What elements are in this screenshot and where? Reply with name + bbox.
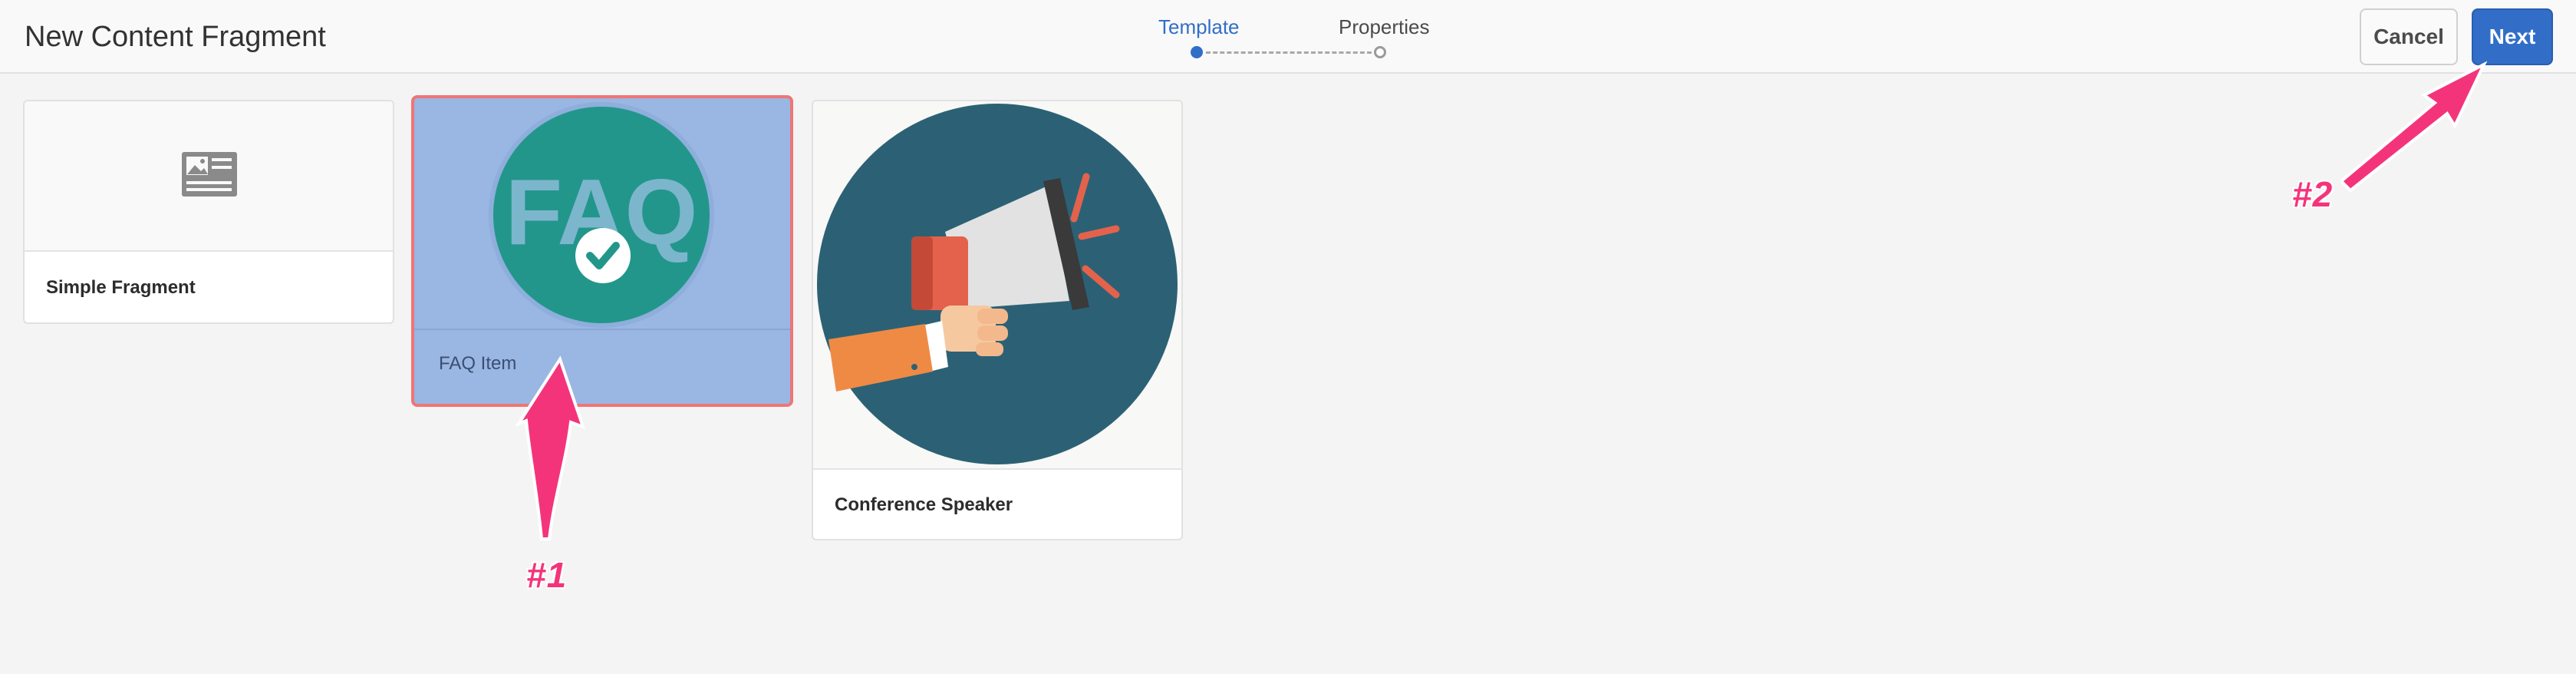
annotation-label-2: #2 (2292, 174, 2334, 214)
card-title: Conference Speaker (835, 494, 1013, 515)
document-card-icon (182, 152, 237, 197)
step-template-label[interactable]: Template (1158, 14, 1240, 40)
wizard-header: New Content Fragment Template Properties… (0, 0, 2576, 74)
card-divider (25, 250, 393, 252)
faq-badge-icon: FAQ (489, 102, 714, 328)
card-thumbnail (813, 101, 1181, 468)
step-connector (1206, 51, 1372, 54)
template-card-conference-speaker[interactable]: Conference Speaker (812, 100, 1183, 540)
card-title: Simple Fragment (46, 277, 196, 298)
cancel-button[interactable]: Cancel (2360, 8, 2458, 65)
content-fragment-wizard: New Content Fragment Template Properties… (0, 0, 2576, 674)
step-properties-dot (1374, 46, 1386, 58)
annotation-label-1: #1 (526, 555, 568, 595)
step-template-dot (1191, 46, 1203, 58)
card-divider (813, 468, 1181, 470)
arrow-up-right-icon (2339, 61, 2488, 193)
step-properties-label[interactable]: Properties (1339, 14, 1430, 40)
next-button[interactable]: Next (2472, 8, 2553, 65)
card-title: FAQ Item (439, 353, 517, 374)
card-thumbnail: FAQ (414, 98, 790, 329)
megaphone-icon (817, 104, 1178, 464)
card-thumbnail (25, 101, 393, 250)
card-divider (414, 329, 790, 330)
template-card-faq-item[interactable]: FAQ FAQ Item (411, 95, 793, 407)
wizard-stepper: Template Properties (1135, 14, 1458, 63)
page-title: New Content Fragment (25, 21, 326, 53)
template-card-simple-fragment[interactable]: Simple Fragment (23, 100, 394, 324)
